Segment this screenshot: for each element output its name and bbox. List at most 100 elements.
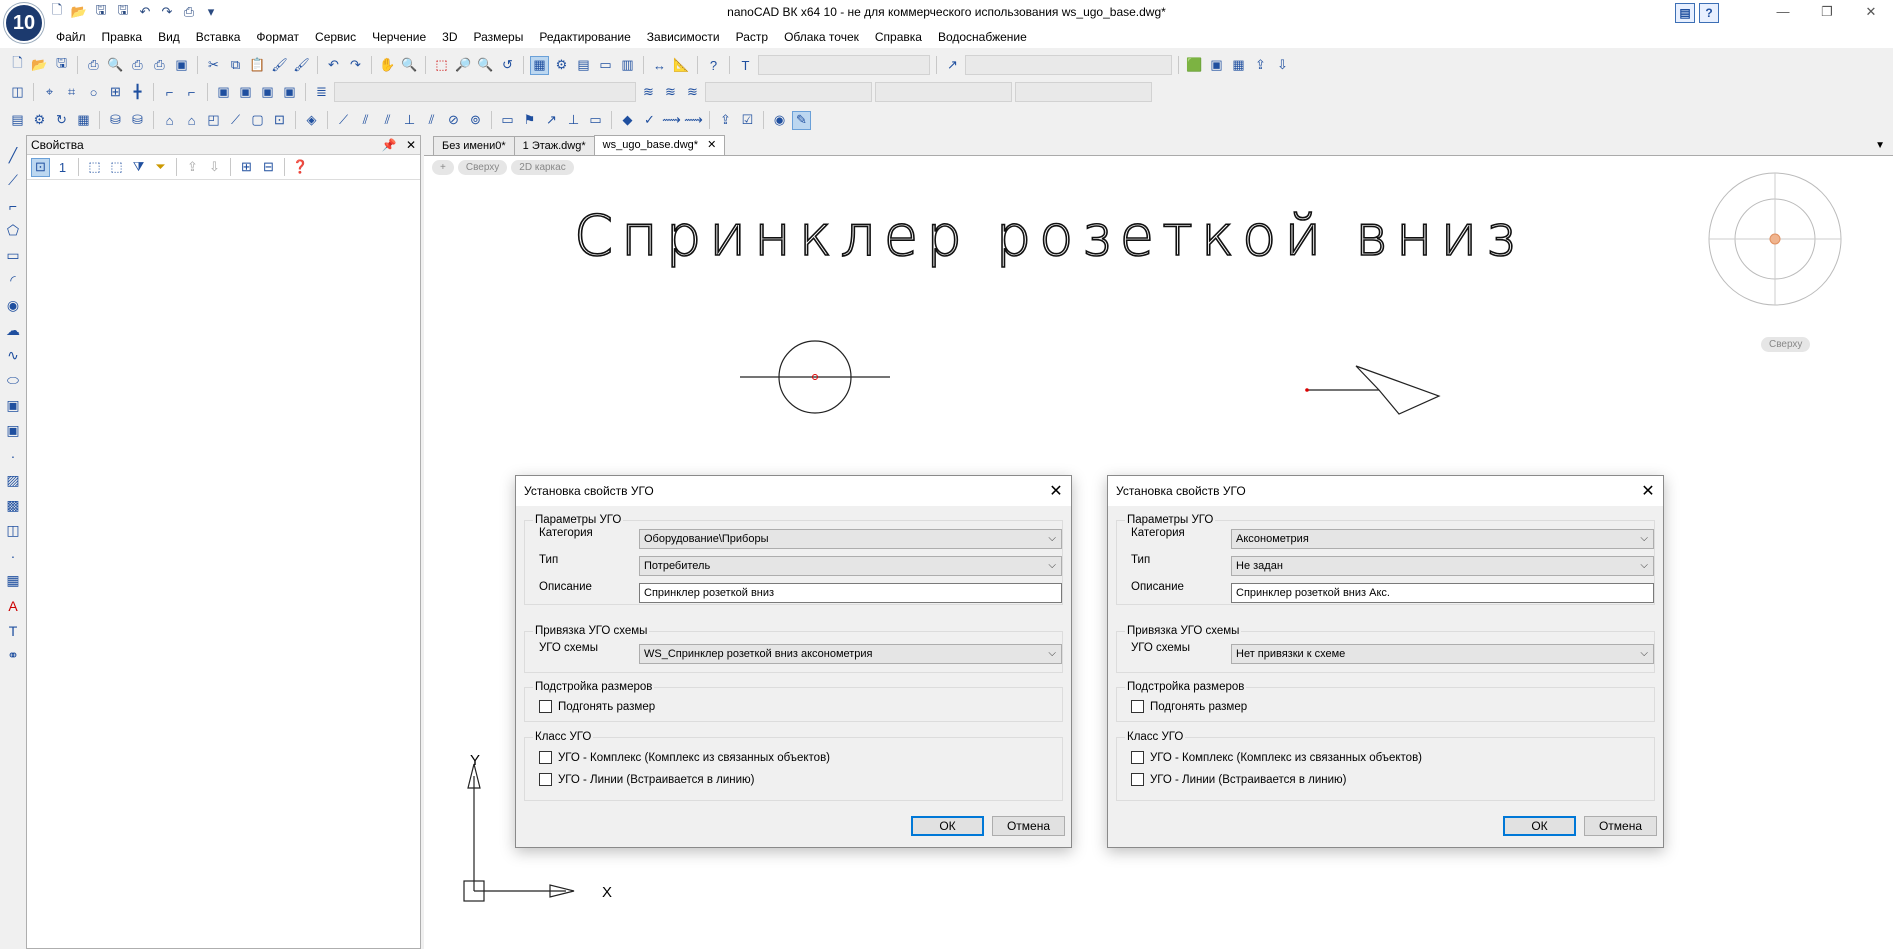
category-select[interactable]: Аксонометрия ⌵ (1231, 529, 1654, 549)
arc-icon[interactable]: ◜ (4, 271, 23, 290)
type-select[interactable]: Потребитель ⌵ (639, 556, 1062, 576)
layer-manager-icon[interactable]: ≣ (312, 83, 331, 102)
ws-calc-icon[interactable]: ▦ (74, 111, 93, 130)
ws-pump-icon[interactable]: ⊚ (466, 111, 485, 130)
menu-dimensions[interactable]: Размеры (465, 26, 531, 48)
block-icon[interactable]: ▣ (1207, 56, 1226, 75)
ucs-icon[interactable]: ⌐ (160, 83, 179, 102)
type-select[interactable]: Не задан ⌵ (1231, 556, 1654, 576)
ws-checkbox-icon[interactable]: ☑ (738, 111, 757, 130)
funnel-icon[interactable]: ⏷ (151, 158, 170, 177)
sprinkler-plan-symbol[interactable] (740, 340, 890, 420)
checkbox-box[interactable] (1131, 700, 1144, 713)
hatch-icon[interactable]: ▨ (4, 471, 23, 490)
scheme-select[interactable]: Нет привязки к схеме ⌵ (1231, 644, 1654, 664)
ws-pipe-icon[interactable]: ⟋ (334, 111, 353, 130)
viewcube-compass[interactable] (1705, 169, 1845, 309)
ellipse-icon[interactable]: ⬭ (4, 371, 23, 390)
cut-icon[interactable]: ✂ (204, 56, 223, 75)
ws-pipe2-icon[interactable]: ⫽ (356, 111, 375, 130)
description-input[interactable]: Спринклер розеткой вниз Акс. (1231, 583, 1654, 603)
ok-button[interactable]: ОК (911, 816, 984, 836)
select-similar-icon[interactable]: ⬚ (107, 158, 126, 177)
spline-icon[interactable]: ∿ (4, 346, 23, 365)
viewcube-label[interactable]: Сверху (1761, 337, 1811, 352)
ws-building-icon[interactable]: ⌂ (160, 111, 179, 130)
sheet-set-icon[interactable]: ▥ (618, 56, 637, 75)
preview-icon[interactable]: 🔍 (106, 56, 125, 75)
tab-close-icon[interactable]: ✕ (707, 139, 716, 151)
ws-connect-icon[interactable]: ⫽ (422, 111, 441, 130)
ws-zone-icon[interactable]: ▢ (248, 111, 267, 130)
menu-insert[interactable]: Вставка (188, 26, 249, 48)
properties-toggle-icon[interactable]: ▦ (530, 55, 549, 75)
category-select[interactable]: Оборудование\Приборы ⌵ (639, 529, 1062, 549)
class-lines-checkbox[interactable]: УГО - Линии (Встраивается в линию) (1131, 773, 1347, 786)
tab-doc-2[interactable]: 1 Этаж.dwg* (513, 136, 595, 155)
help-icon[interactable]: ? (704, 56, 723, 75)
dialog-close-icon[interactable]: ✕ (1041, 481, 1071, 501)
sprinkler-axon-symbol[interactable] (1304, 356, 1444, 426)
visual-style-button[interactable]: 2D каркас (511, 160, 574, 175)
scheme-select[interactable]: WS_Спринклер розеткой вниз аксонометрия ⌵ (639, 644, 1062, 664)
menu-service[interactable]: Сервис (307, 26, 364, 48)
quick-select-icon[interactable]: ⬚ (85, 158, 104, 177)
snap-icon[interactable]: ⌖ (40, 83, 59, 102)
save-icon[interactable]: 🖫 (52, 55, 71, 75)
block-insert-icon[interactable]: ▣ (4, 396, 23, 415)
ws-route-icon[interactable]: ⟿ (662, 111, 681, 130)
pan-icon[interactable]: ✋ (378, 56, 397, 75)
batch-icon[interactable]: ▣ (172, 56, 191, 75)
table-icon[interactable]: ▦ (1229, 56, 1248, 75)
panels-icon[interactable]: ▤ (1675, 3, 1695, 23)
ws-settings-icon[interactable]: ⚙ (30, 111, 49, 130)
class-lines-checkbox[interactable]: УГО - Линии (Встраивается в линию) (539, 773, 755, 786)
zoom-icon[interactable]: 🔍 (476, 56, 495, 75)
tab-doc-active[interactable]: ws_ugo_base.dwg* ✕ (593, 135, 726, 155)
new-icon[interactable]: 🗋 (8, 55, 27, 75)
text-style-combo[interactable] (758, 55, 930, 75)
ws-wall-icon[interactable]: ⟋ (226, 111, 245, 130)
ws-dim-icon[interactable]: ▭ (586, 111, 605, 130)
color-combo[interactable] (705, 82, 872, 102)
drawing-title-text[interactable]: Спринклер розеткой вниз (573, 203, 1516, 270)
polygon-icon[interactable]: ⬠ (4, 221, 23, 240)
paste-icon[interactable]: 📋 (248, 56, 267, 75)
copy-icon[interactable]: ⧉ (226, 56, 245, 75)
ws-refresh-icon[interactable]: ↻ (52, 111, 71, 130)
group-icon[interactable]: ⚭ (4, 646, 23, 665)
ws-check-icon[interactable]: ✓ (640, 111, 659, 130)
select-objects-icon[interactable]: ⊡ (31, 157, 50, 177)
menu-3d[interactable]: 3D (434, 26, 465, 48)
layer-prev-icon[interactable]: ≋ (639, 83, 658, 102)
menu-constraints[interactable]: Зависимости (639, 26, 728, 48)
layer-iso-icon[interactable]: ≋ (661, 83, 680, 102)
ws-spec-icon[interactable]: ▭ (498, 111, 517, 130)
block-create-icon[interactable]: ▣ (4, 421, 23, 440)
zoom-window-icon[interactable]: ⬚ (432, 56, 451, 75)
cancel-button[interactable]: Отмена (992, 816, 1065, 836)
xref-excel-icon[interactable]: ▣ (236, 83, 255, 102)
plot-icon[interactable]: ⎙ (128, 56, 147, 75)
ws-layers-icon[interactable]: ◈ (302, 111, 321, 130)
settings-icon[interactable]: ⚙ (552, 56, 571, 75)
panel-close-button[interactable]: ✕ (406, 138, 416, 152)
ws-db-icon[interactable]: ⛁ (106, 111, 125, 130)
ortho-icon[interactable]: ⊞ (106, 83, 125, 102)
ws-valve-icon[interactable]: ⊘ (444, 111, 463, 130)
xref-text-icon[interactable]: ▣ (258, 83, 277, 102)
region-icon[interactable]: ◫ (4, 521, 23, 540)
text-icon[interactable]: T (4, 621, 23, 640)
polar-icon[interactable]: ╋ (128, 83, 147, 102)
undo-icon[interactable]: ↶ (324, 56, 343, 75)
small-point-icon[interactable]: · (4, 546, 23, 565)
info-icon[interactable]: ❓ (291, 158, 310, 177)
xref-icon[interactable]: ▣ (214, 83, 233, 102)
linetype-combo[interactable] (875, 82, 1012, 102)
line-icon[interactable]: ╱ (4, 146, 23, 165)
menu-help[interactable]: Справка (867, 26, 930, 48)
import-icon[interactable]: ⇩ (1273, 56, 1292, 75)
collapse-icon[interactable]: ⊞ (237, 158, 256, 177)
ws-3d-icon[interactable]: ◆ (618, 111, 637, 130)
lineweight-combo[interactable] (1015, 82, 1152, 102)
